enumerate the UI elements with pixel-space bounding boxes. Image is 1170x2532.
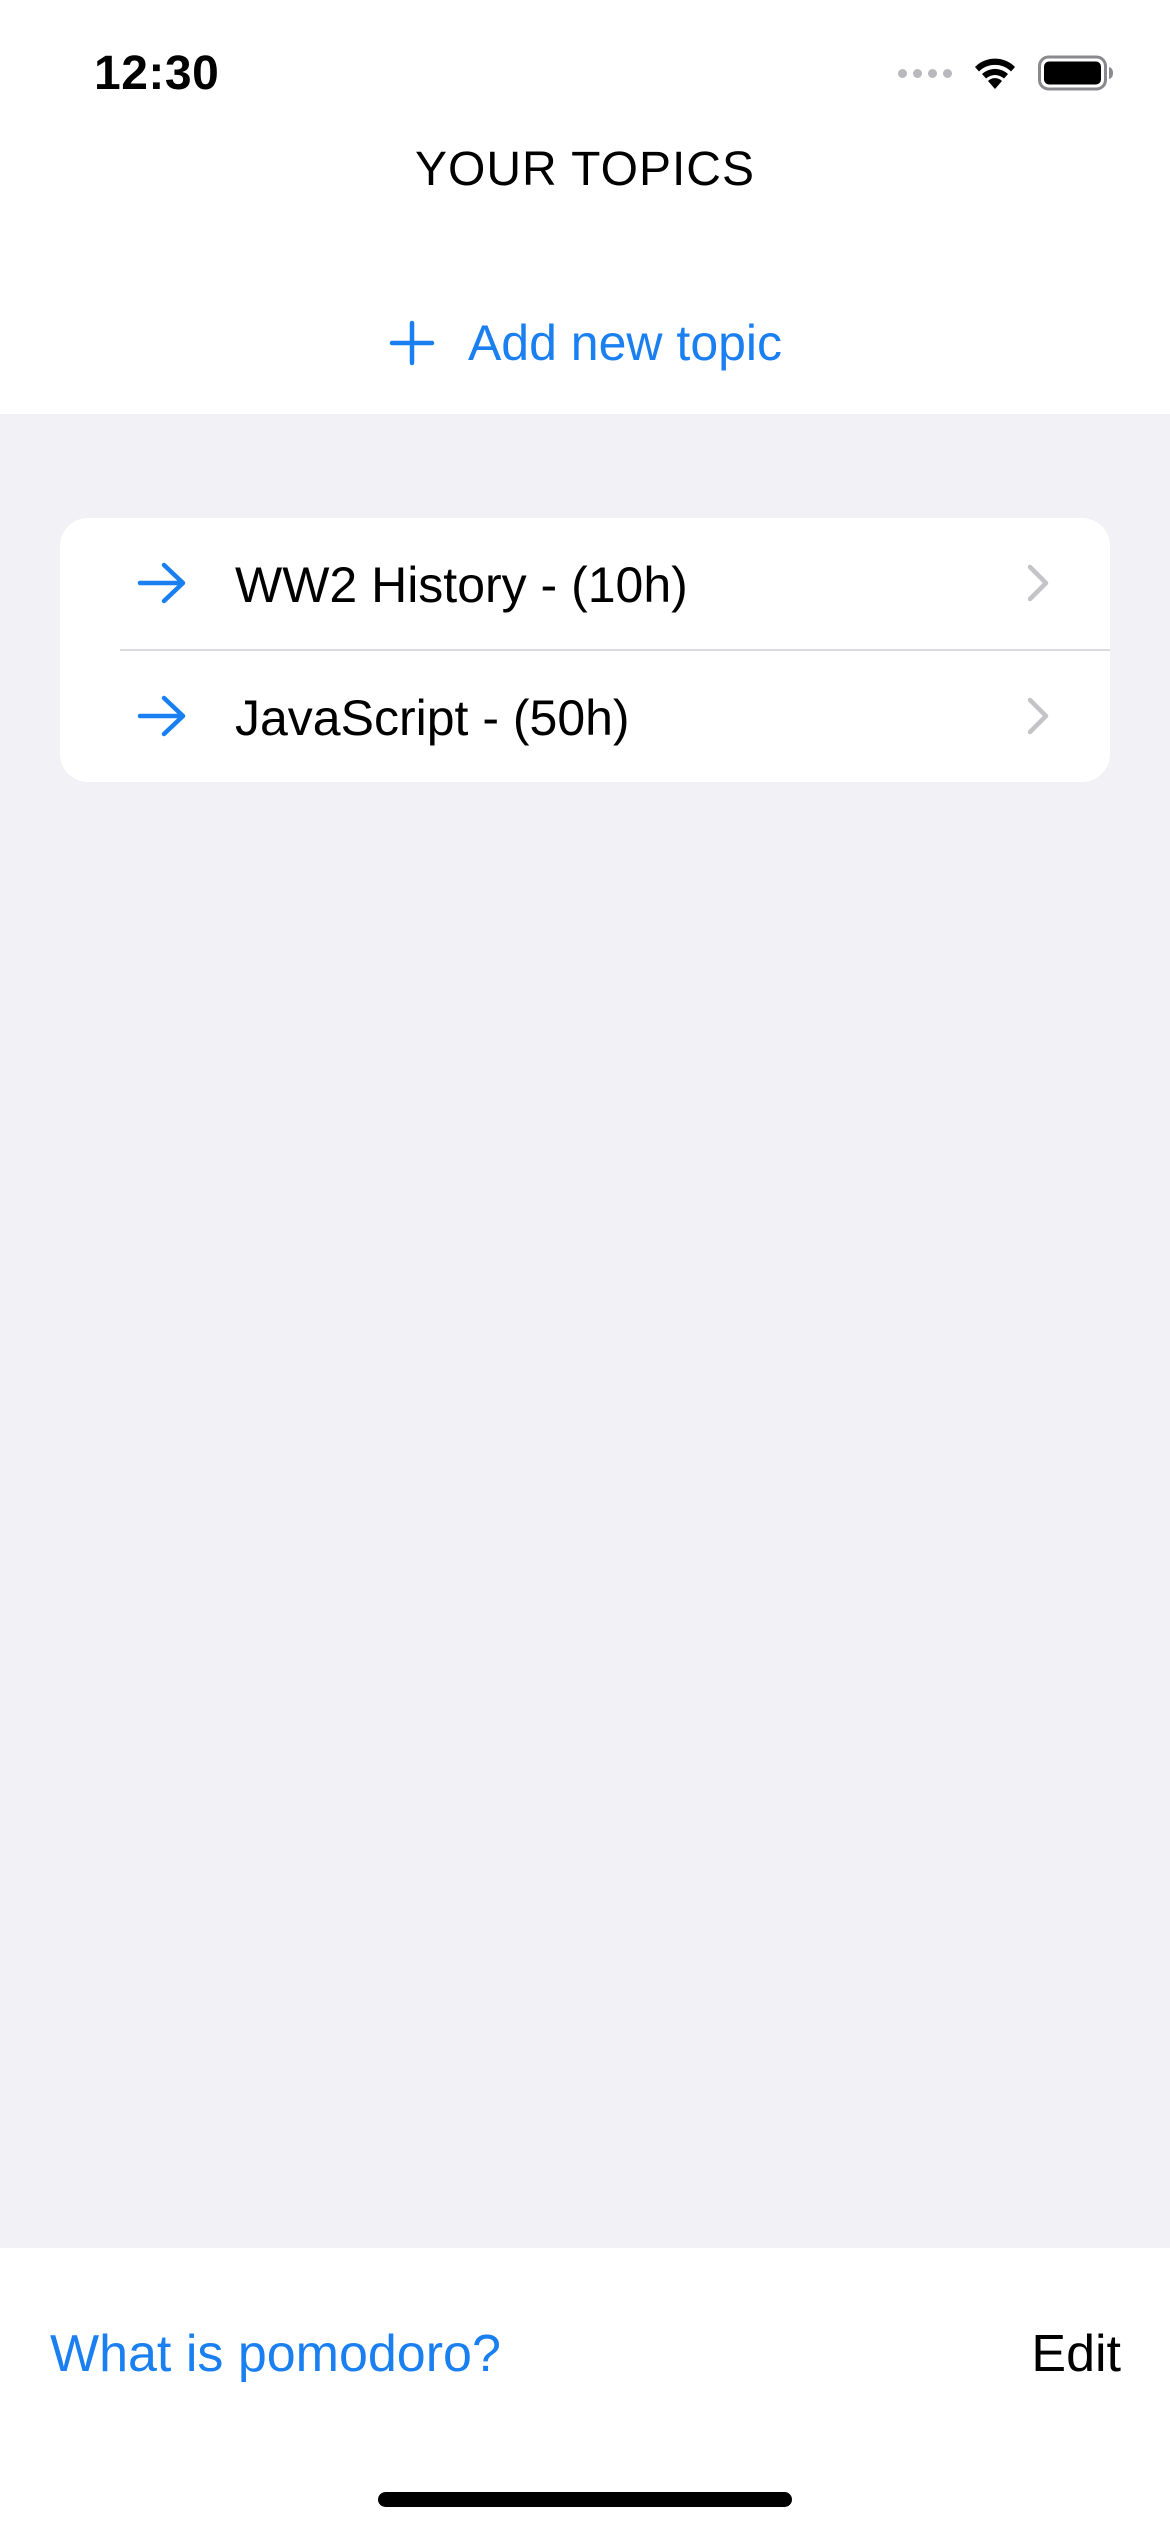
- add-topic-label: Add new topic: [467, 315, 783, 371]
- signal-dots-icon: [898, 68, 952, 78]
- edit-button[interactable]: Edit: [1031, 2324, 1121, 2384]
- status-time: 12:30: [94, 47, 220, 100]
- topic-row[interactable]: JavaScript - (50h): [60, 651, 1110, 781]
- add-topic-button[interactable]: Add new topic: [0, 314, 1170, 372]
- battery-icon: [1038, 55, 1113, 91]
- status-bar: 12:30: [0, 0, 1170, 150]
- top-area: 12:30 YOUR TOPICS Add new topic: [0, 0, 1170, 414]
- page-title: YOUR TOPICS: [415, 143, 755, 196]
- arrow-right-icon: [137, 695, 186, 737]
- status-icons: [898, 52, 1114, 94]
- chevron-right-icon: [1027, 697, 1049, 735]
- topic-list: WW2 History - (10h) JavaScript - (50h): [60, 518, 1110, 782]
- bottom-toolbar: What is pomodoro? Edit: [0, 2248, 1170, 2532]
- plus-icon: [389, 320, 435, 366]
- topic-row[interactable]: WW2 History - (10h): [60, 518, 1110, 648]
- topic-label: JavaScript - (50h): [235, 690, 630, 746]
- wifi-icon: [975, 58, 1015, 89]
- arrow-right-icon: [137, 562, 186, 604]
- what-is-pomodoro-link[interactable]: What is pomodoro?: [50, 2324, 501, 2384]
- home-indicator[interactable]: [378, 2492, 792, 2507]
- chevron-right-icon: [1027, 564, 1049, 602]
- topic-label: WW2 History - (10h): [235, 557, 688, 613]
